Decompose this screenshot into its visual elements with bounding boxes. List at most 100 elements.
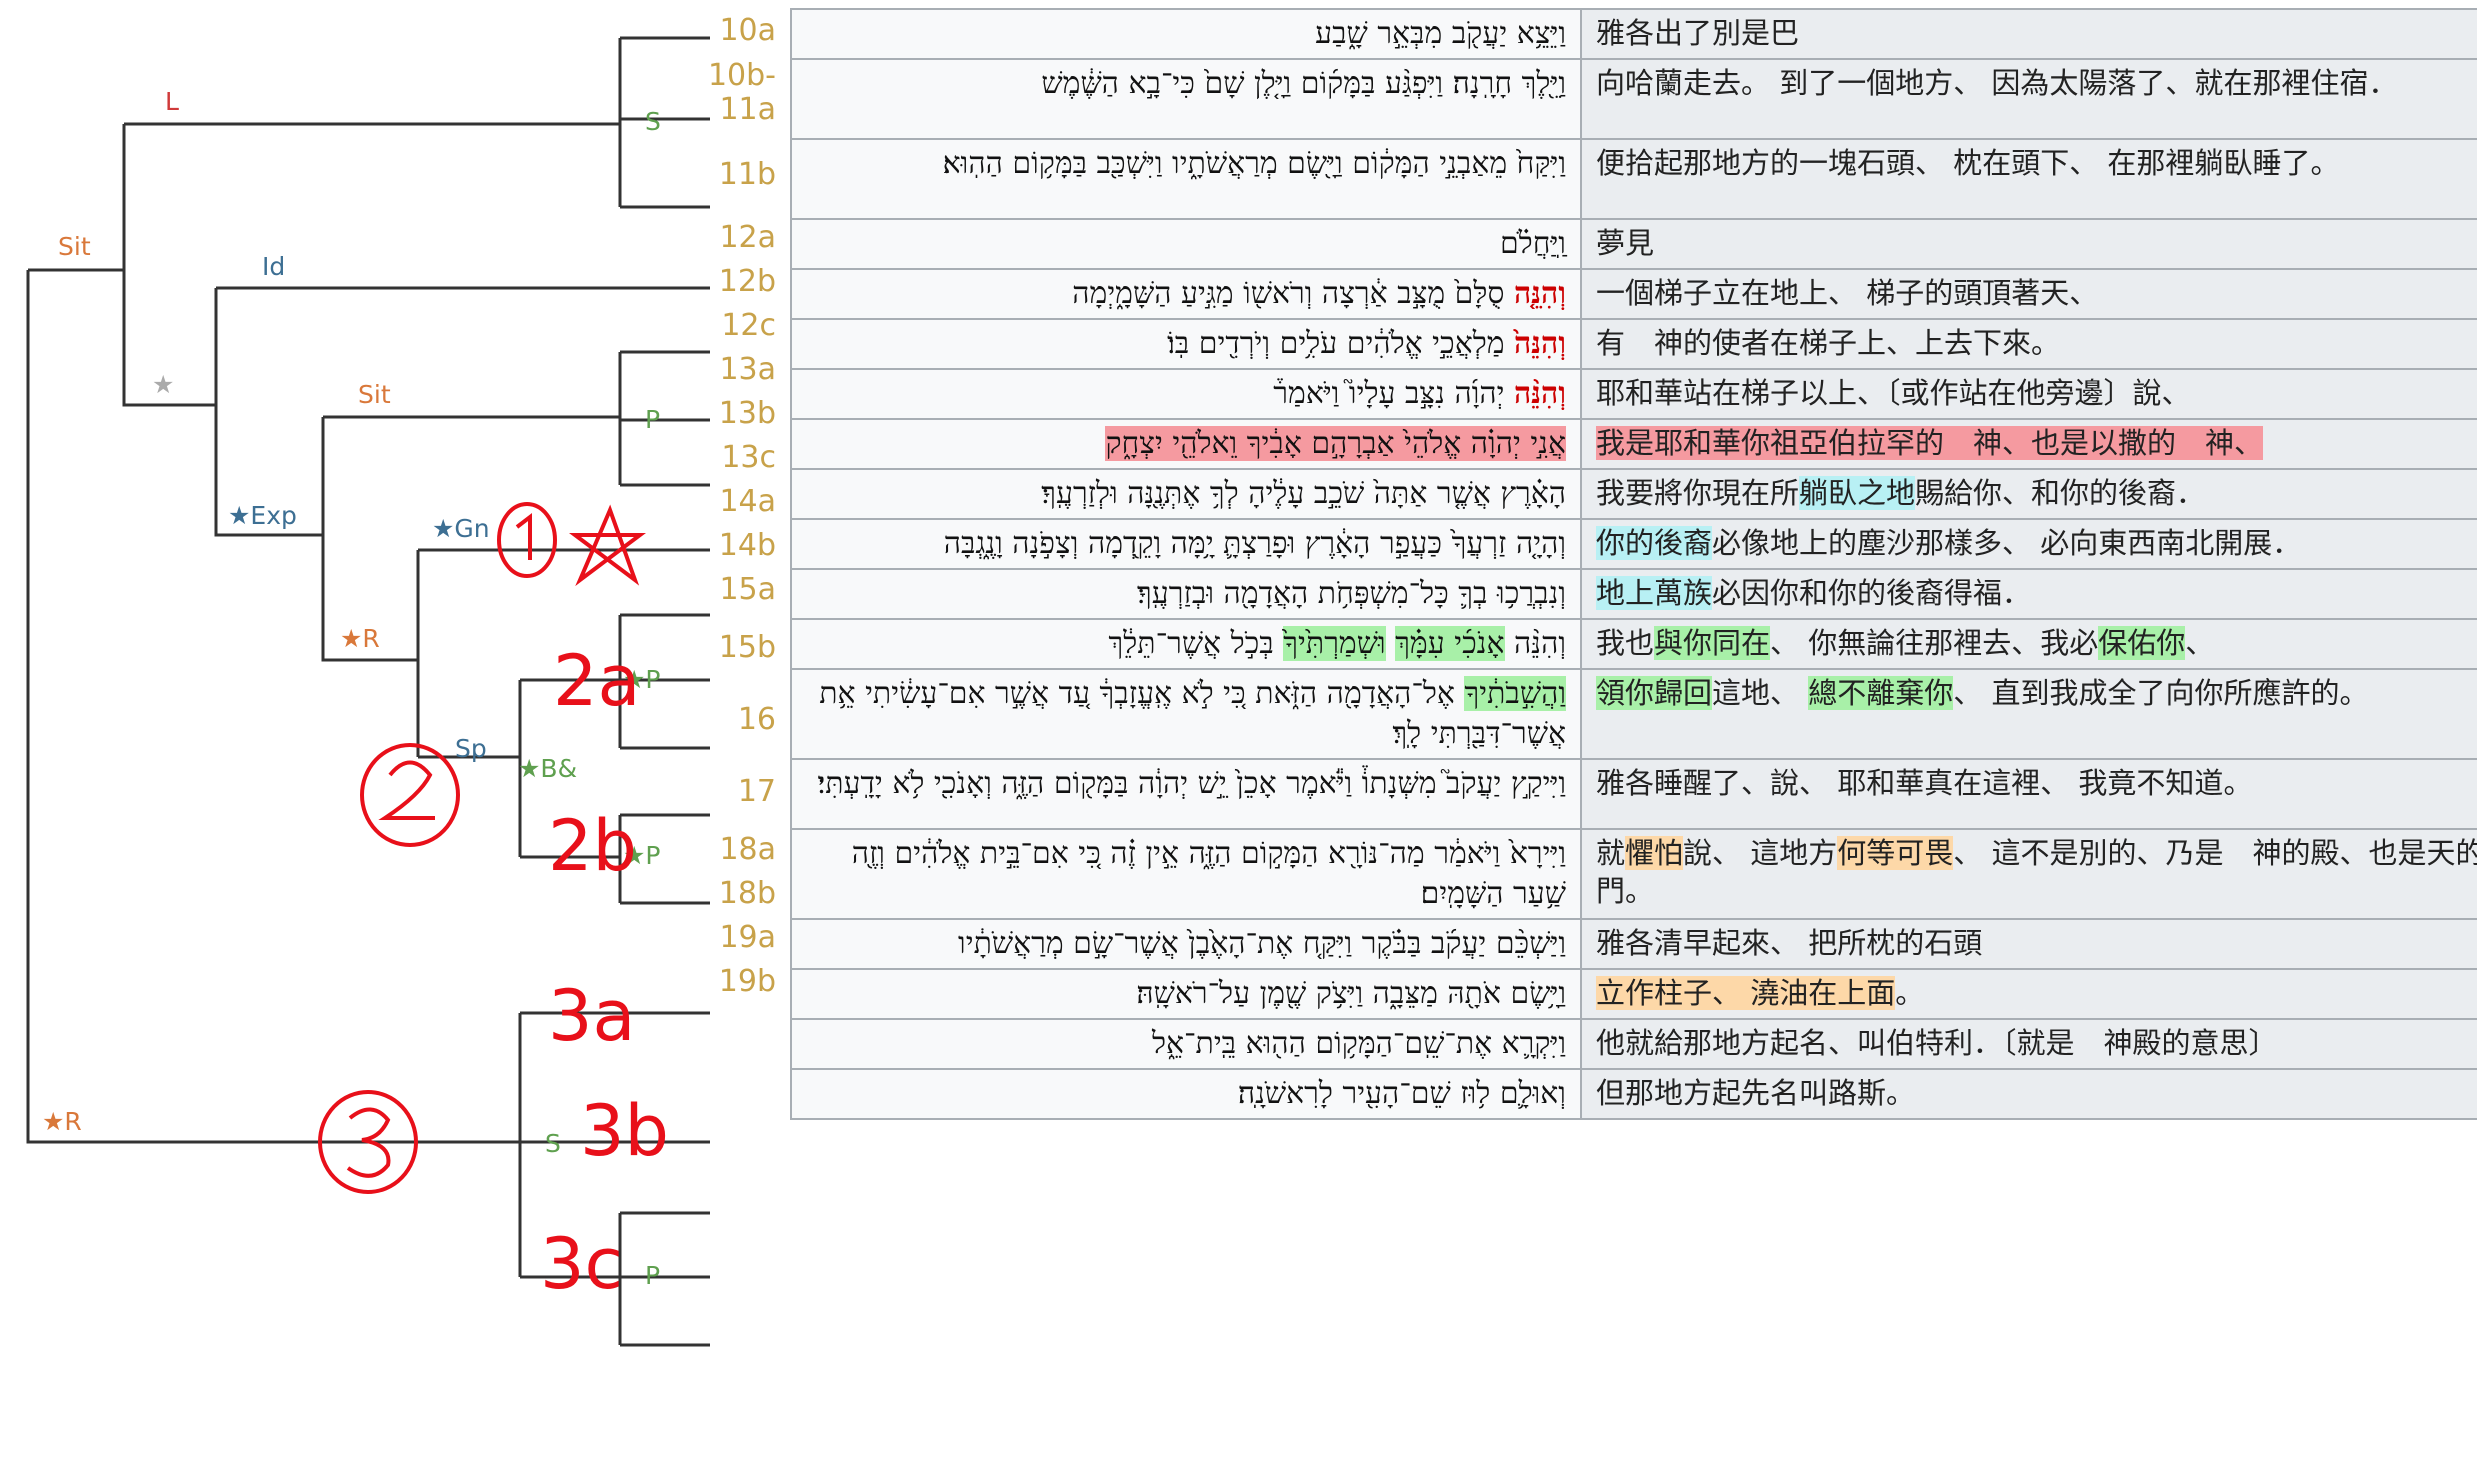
hebrew-text: וְהִנֵּ֨ה — [1514, 376, 1566, 411]
chinese-cell: 我是耶和華你祖亞伯拉罕的 神、也是以撒的 神、 — [1580, 418, 2477, 470]
chinese-text: 夢見 — [1596, 226, 1655, 260]
hebrew-text: וְהָיָ֤ה זַרְעֲךָ֙ כַּעֲפַ֣ר הָאָ֔רֶץ וּ… — [943, 526, 1566, 561]
chinese-cell: 便拾起那地方的一塊石頭、 枕在頭下、 在那裡躺臥睡了。 — [1580, 138, 2477, 220]
chinese-text: 與你同在 — [1654, 626, 1771, 660]
verse-row: וְאוּלָ֛ם ל֥וּז שֵׁם־הָעִ֖יר לָרִאשֹׁנָֽ… — [790, 1068, 2477, 1120]
verse-row: וַיִּיקַ֣ץ יַעֲקֹב֮ מִשְּׁנָתוֹ֒ וַיֹּ֕א… — [790, 758, 2477, 830]
hebrew-cell: הָאָ֗רֶץ אֲשֶׁ֤ר אַתָּה֙ שֹׁכֵ֣ב עָלֶ֔יה… — [790, 468, 1582, 520]
chinese-text: 雅各清早起來、 把所枕的石頭 — [1596, 926, 1983, 960]
annotation-circle-2 — [360, 743, 460, 847]
chinese-text: 這地、 — [1712, 676, 1809, 710]
node-label-star: ★ — [152, 370, 174, 399]
hebrew-text: בְּכֹ֣ל אֲשֶׁר־תֵּלֵ֔ךְ — [1108, 626, 1284, 661]
annotation-2a: 2a — [553, 640, 640, 722]
verse-row: אֲנִ֣י יְהוָ֗ה אֱלֹהֵי֙ אַבְרָהָ֣ם אָבִ֔… — [790, 418, 2477, 470]
verse-label: 14a — [719, 484, 776, 519]
chinese-cell: 雅各清早起來、 把所枕的石頭 — [1580, 918, 2477, 970]
verse-row: וְנִבְרֲכ֥וּ בְךָ֛ כָּל־מִשְׁפְּחֹ֥ת הָא… — [790, 568, 2477, 620]
hebrew-cell: וַיֵּצֵ֥א יַעֲקֹ֖ב מִבְּאֵ֣ר שָׁ֑בַע — [790, 8, 1582, 60]
verse-row: וַהֲשִׁ֣בֹתִ֔יךָ אֶל־הָאֲדָמָ֖ה הַזֹּ֑את… — [790, 668, 2477, 760]
chinese-cell: 雅各睡醒了、說、 耶和華真在這裡、 我竟不知道。 — [1580, 758, 2477, 830]
hebrew-cell: וַיִּירָא֙ וַיֹּאמַ֔ר מַה־נּוֹרָ֖א הַמָּ… — [790, 828, 1582, 920]
hebrew-text: וּשְׁמַרְתִּ֙יךָ֙ — [1283, 626, 1386, 661]
node-label-l: L — [165, 87, 179, 116]
chinese-cell: 雅各出了別是巴 — [1580, 8, 2477, 60]
annotation-3b: 3b — [580, 1090, 669, 1172]
node-label-sit2: Sit — [358, 380, 391, 409]
verse-label: 13a — [719, 352, 776, 387]
hebrew-text: וְאוּלָ֛ם ל֥וּז שֵׁם־הָעִ֖יר לָרִאשֹׁנָֽ… — [1237, 1076, 1566, 1111]
chinese-text: 懼怕 — [1625, 836, 1684, 870]
chinese-cell: 夢見 — [1580, 218, 2477, 270]
hebrew-cell: וַיֵּ֖לֶךְ חָרָֽנָה׃ וַיִּפְגַּ֨ע בַּמָּ… — [790, 58, 1582, 140]
chinese-cell: 但那地方起先名叫路斯。 — [1580, 1068, 2477, 1120]
verse-label: 12a — [719, 220, 776, 255]
annotation-digit-2 — [378, 760, 435, 820]
verse-label: 13c — [721, 440, 776, 475]
annotation-3a: 3a — [548, 975, 635, 1057]
chinese-text: 我也 — [1596, 626, 1655, 660]
verse-label: 13b — [719, 396, 776, 431]
node-label-exp: ★Exp — [228, 501, 297, 530]
verse-label: 14b — [719, 528, 776, 563]
hebrew-text: וַיִּיקַ֣ץ יַעֲקֹב֮ מִשְּׁנָתוֹ֒ וַיֹּ֕א… — [817, 766, 1566, 801]
hebrew-text: וַיֵּצֵ֥א יַעֲקֹ֖ב מִבְּאֵ֣ר שָׁ֑בַע — [1315, 16, 1566, 51]
verse-label: 11b — [719, 157, 776, 192]
chinese-cell: 你的後裔必像地上的塵沙那樣多、 必向東西南北開展． — [1580, 518, 2477, 570]
hebrew-text: וַיִּירָא֙ וַיֹּאמַ֔ר מַה־נּוֹרָ֖א הַמָּ… — [851, 836, 1566, 911]
verse-label: 15a — [719, 572, 776, 607]
branch-id — [214, 288, 323, 537]
hebrew-cell: וְאוּלָ֛ם ל֥וּז שֵׁם־הָעִ֖יר לָרִאשֹׁנָֽ… — [790, 1068, 1582, 1120]
node-label-id: Id — [262, 252, 285, 281]
chinese-text: 但那地方起先名叫路斯。 — [1596, 1076, 1916, 1110]
chinese-text: 雅各出了別是巴 — [1596, 16, 1800, 50]
hebrew-text — [1386, 626, 1396, 661]
hebrew-cell: וַהֲשִׁ֣בֹתִ֔יךָ אֶל־הָאֲדָמָ֖ה הַזֹּ֑את… — [790, 668, 1582, 760]
chinese-cell: 向哈蘭走去。 到了一個地方、 因為太陽落了、就在那裡住宿． — [1580, 58, 2477, 140]
chinese-cell: 地上萬族必因你和你的後裔得福． — [1580, 568, 2477, 620]
verse-row: וְהָיָ֤ה זַרְעֲךָ֙ כַּעֲפַ֣ר הָאָ֔רֶץ וּ… — [790, 518, 2477, 570]
chinese-cell: 立作柱子、 澆油在上面。 — [1580, 968, 2477, 1020]
node-label-p: P — [645, 405, 660, 434]
chinese-text: 有 神的使者在梯子上、上去下來。 — [1596, 326, 2061, 360]
verse-row: וַיִּקַּח֙ מֵאַבְנֵ֣י הַמָּק֔וֹם וַיָּ֖ש… — [790, 138, 2477, 220]
hebrew-text: וְנִבְרֲכ֥וּ בְךָ֛ כָּל־מִשְׁפְּחֹ֥ת הָא… — [1137, 576, 1566, 611]
verse-row: וַיִּקְרָ֛א אֶת־שֵֽׁם־הַמָּק֥וֹם הַה֖וּא… — [790, 1018, 2477, 1070]
chinese-text: 、 — [2185, 626, 2215, 660]
verse-row: וְהִנֵּ֤ה סֻלָּם֙ מֻצָּ֣ב אַ֔רְצָה וְרֹא… — [790, 268, 2477, 320]
hebrew-cell: וְהִנֵּ֨ה אָנֹכִ֜י עִמָּ֗ךְ וּשְׁמַרְתִּ… — [790, 618, 1582, 670]
hebrew-cell: וְהָיָ֤ה זַרְעֲךָ֙ כַּעֲפַ֣ר הָאָ֔רֶץ וּ… — [790, 518, 1582, 570]
verse-row: וַיָּ֥שֶׂם אֹתָ֖הּ מַצֵּבָ֑ה וַיִּצֹ֥ק ש… — [790, 968, 2477, 1020]
chinese-text: 。 — [1895, 976, 1925, 1010]
chinese-text: 雅各睡醒了、說、 耶和華真在這裡、 我竟不知道。 — [1596, 766, 2253, 800]
verse-label: 12b — [719, 264, 776, 299]
hebrew-text: סֻלָּם֙ מֻצָּ֣ב אַ֔רְצָה וְרֹאשׁ֖וֹ מַגִ… — [1072, 276, 1515, 311]
chinese-text: 總不離棄你 — [1808, 676, 1954, 710]
chinese-text: 賜給你、和你的後裔． — [1915, 476, 2206, 510]
verse-row: הָאָ֗רֶץ אֲשֶׁ֤ר אַתָּה֙ שֹׁכֵ֣ב עָלֶ֔יה… — [790, 468, 2477, 520]
hebrew-text: אֲנִ֣י יְהוָ֗ה אֱלֹהֵי֙ אַבְרָהָ֣ם אָבִ֔… — [1105, 426, 1566, 461]
hebrew-cell: וַיָּ֥שֶׂם אֹתָ֖הּ מַצֵּבָ֑ה וַיִּצֹ֥ק ש… — [790, 968, 1582, 1020]
chinese-text: 、 直到我成全了向你所應許的。 — [1953, 676, 2369, 710]
chinese-cell: 我要將你現在所躺臥之地賜給你、和你的後裔． — [1580, 468, 2477, 520]
verse-label: 10b- — [708, 58, 776, 93]
chinese-text: 就 — [1596, 836, 1626, 870]
hebrew-text: מַלְאֲכֵ֣י אֱלֹהִ֔ים עֹלִ֥ים וְיֹרְדִ֖ים… — [1167, 326, 1515, 361]
hebrew-cell: וַיַּשְׁכֵּ֨ם יַעֲקֹ֜ב בַּבֹּ֗קֶר וַיִּק… — [790, 918, 1582, 970]
chinese-cell: 就懼怕說、 這地方何等可畏、 這不是別的、乃是 神的殿、也是天的門。 — [1580, 828, 2477, 920]
hebrew-cell: וְהִנֵּ֤ה סֻלָּם֙ מֻצָּ֣ב אַ֔רְצָה וְרֹא… — [790, 268, 1582, 320]
node-label-bamp: ★B& — [518, 754, 577, 783]
chinese-cell: 耶和華站在梯子以上、〔或作站在他旁邊〕說、 — [1580, 368, 2477, 420]
node-label-s: S — [645, 107, 661, 136]
annotation-2b: 2b — [548, 805, 637, 887]
chinese-text: 便拾起那地方的一塊石頭、 枕在頭下、 在那裡躺臥睡了。 — [1596, 146, 2340, 180]
verse-label: 18a — [719, 832, 776, 867]
chinese-text: 必因你和你的後裔得福． — [1712, 576, 2032, 610]
chinese-text: 立作柱子、 澆油在上面 — [1596, 976, 1896, 1010]
hebrew-text: אָנֹכִ֜י עִמָּ֗ךְ — [1395, 626, 1505, 661]
hebrew-cell: וַיִּקַּח֙ מֵאַבְנֵ֣י הַמָּק֔וֹם וַיָּ֖ש… — [790, 138, 1582, 220]
chinese-cell: 一個梯子立在地上、 梯子的頭頂著天、 — [1580, 268, 2477, 320]
hebrew-text: וְהִנֵּ֤ה — [1514, 276, 1566, 311]
verse-label: 16 — [738, 702, 776, 737]
chinese-cell: 我也與你同在、 你無論往那裡去、我必保佑你、 — [1580, 618, 2477, 670]
